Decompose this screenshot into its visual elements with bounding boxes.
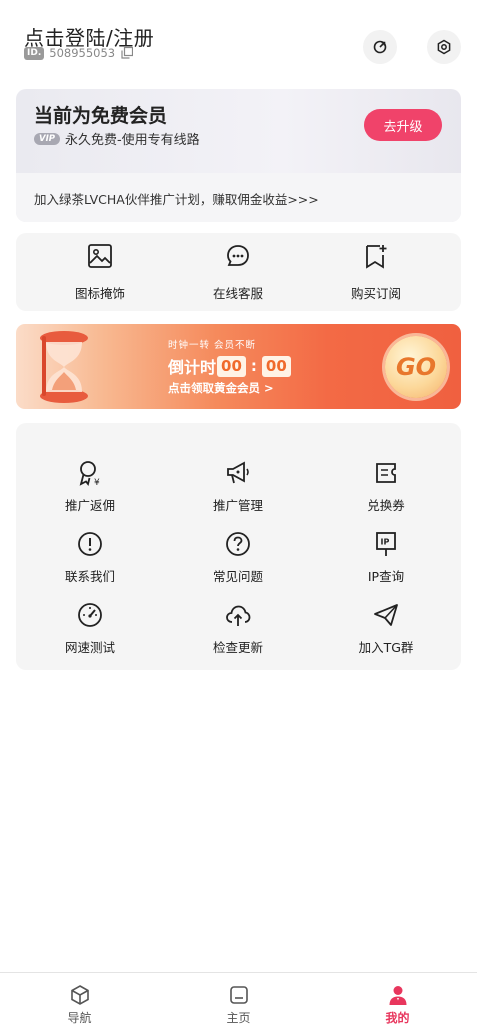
grid-item-promotion-management[interactable]: 推广管理: [164, 451, 312, 521]
partner-promo-link[interactable]: 加入绿茶LVCHA伙伴推广计划，赚取佣金收益>>>: [16, 173, 461, 222]
quick-action-label: 图标掩饰: [74, 286, 125, 301]
user-id-row: ID. 508955053: [24, 46, 134, 60]
svg-text:IP: IP: [381, 538, 390, 547]
tab-label: 我的: [385, 1011, 410, 1024]
grid-item-join-tg-group[interactable]: 加入TG群: [312, 593, 460, 663]
grid-item-label: 推广返佣: [64, 498, 115, 513]
countdown-label: 倒计时: [168, 358, 217, 377]
grid-item-label: 网速测试: [64, 640, 115, 655]
grid-item-label: 加入TG群: [358, 640, 414, 655]
megaphone-icon: [227, 461, 249, 484]
countdown-minutes: 00: [217, 355, 246, 377]
refresh-icon: [373, 40, 387, 54]
member-subtitle: 永久免费-使用专有线路: [64, 133, 200, 148]
copy-icon[interactable]: [121, 46, 134, 59]
member-card: 当前为免费会员 VIP 永久免费-使用专有线路 去升级 加入绿茶LVCHA伙伴推…: [16, 89, 461, 222]
question-circle-icon: [226, 532, 250, 556]
grid-item-label: 兑换券: [367, 498, 405, 513]
settings-button[interactable]: [427, 30, 461, 64]
bookmark-add-icon: [366, 245, 387, 269]
grid-item-label: 联系我们: [64, 569, 115, 584]
quick-actions-panel: 图标掩饰 在线客服 购买订阅: [16, 233, 461, 311]
upgrade-button[interactable]: 去升级: [364, 109, 442, 141]
tab-mine[interactable]: 我的: [318, 973, 477, 1024]
quick-action-buy-subscription[interactable]: 购买订阅: [316, 233, 436, 311]
go-button[interactable]: GO: [385, 336, 447, 398]
paper-plane-icon: [374, 604, 398, 626]
grid-item-contact-us[interactable]: 联系我们: [16, 522, 164, 592]
gear-icon: [437, 39, 451, 55]
grid-item-label: IP查询: [367, 569, 405, 584]
cloud-upload-icon: [226, 605, 251, 626]
grid-item-referral-commission[interactable]: ¥ 推广返佣: [16, 451, 164, 521]
member-status: 当前为免费会员 VIP 永久免费-使用专有线路 去升级: [16, 89, 461, 173]
member-title: 当前为免费会员: [34, 105, 168, 127]
grid-item-ip-lookup[interactable]: IP IP查询: [312, 522, 460, 592]
user-icon: [389, 986, 407, 1005]
grid-item-faq[interactable]: 常见问题: [164, 522, 312, 592]
grid-item-speed-test[interactable]: 网速测试: [16, 593, 164, 663]
grid-item-label: 检查更新: [212, 640, 263, 655]
ip-sign-icon: IP: [376, 532, 396, 556]
quick-action-icon-disguise[interactable]: 图标掩饰: [40, 233, 160, 311]
refresh-button[interactable]: [363, 30, 397, 64]
cube-icon: [71, 985, 89, 1005]
speedometer-icon: [78, 603, 102, 627]
banner-slogan: 时钟一转 会员不断: [168, 340, 257, 351]
vip-tag: VIP: [34, 132, 60, 145]
image-icon: [88, 244, 112, 268]
claim-gold-member-link[interactable]: 点击领取黄金会员 >: [168, 380, 274, 396]
countdown-colon: :: [250, 357, 257, 375]
quick-action-online-support[interactable]: 在线客服: [178, 233, 298, 311]
hourglass-icon: [40, 331, 88, 403]
tab-label: 主页: [226, 1011, 251, 1024]
user-id-value: 508955053: [49, 46, 116, 60]
countdown-row: 倒计时 00 : 00: [168, 354, 292, 378]
member-subtitle-row: VIP 永久免费-使用专有线路: [34, 129, 200, 148]
grid-item-redeem-coupon[interactable]: 兑换券: [312, 451, 460, 521]
countdown-seconds: 00: [261, 355, 291, 377]
alert-circle-icon: [78, 532, 102, 556]
id-badge: ID.: [24, 46, 45, 60]
grid-item-label: 推广管理: [212, 498, 263, 513]
home-icon: [230, 986, 248, 1004]
svg-text:¥: ¥: [94, 478, 100, 487]
tab-home[interactable]: 主页: [159, 973, 318, 1024]
grid-item-check-update[interactable]: 检查更新: [164, 593, 312, 663]
partner-promo-text: 加入绿茶LVCHA伙伴推广计划，赚取佣金收益>>>: [34, 192, 319, 207]
quick-action-label: 在线客服: [212, 286, 263, 301]
gold-member-banner[interactable]: 时钟一转 会员不断 倒计时 00 : 00 点击领取黄金会员 > GO: [16, 324, 461, 409]
quick-action-label: 购买订阅: [350, 286, 401, 301]
bottom-tab-bar: 导航 主页 我的: [0, 972, 477, 1024]
chat-bubble-icon: [227, 245, 249, 266]
tab-label: 导航: [67, 1011, 92, 1024]
feature-grid: ¥ 推广返佣 推广管理 兑换券 联系我们 常见问题 IP IP查询 网速测试 检…: [16, 423, 461, 670]
tab-navigation[interactable]: 导航: [0, 973, 159, 1024]
coupon-icon: [376, 463, 396, 483]
grid-item-label: 常见问题: [212, 569, 263, 584]
commission-icon: ¥: [79, 461, 100, 487]
header: 点击登陆/注册 ID. 508955053: [24, 22, 464, 72]
